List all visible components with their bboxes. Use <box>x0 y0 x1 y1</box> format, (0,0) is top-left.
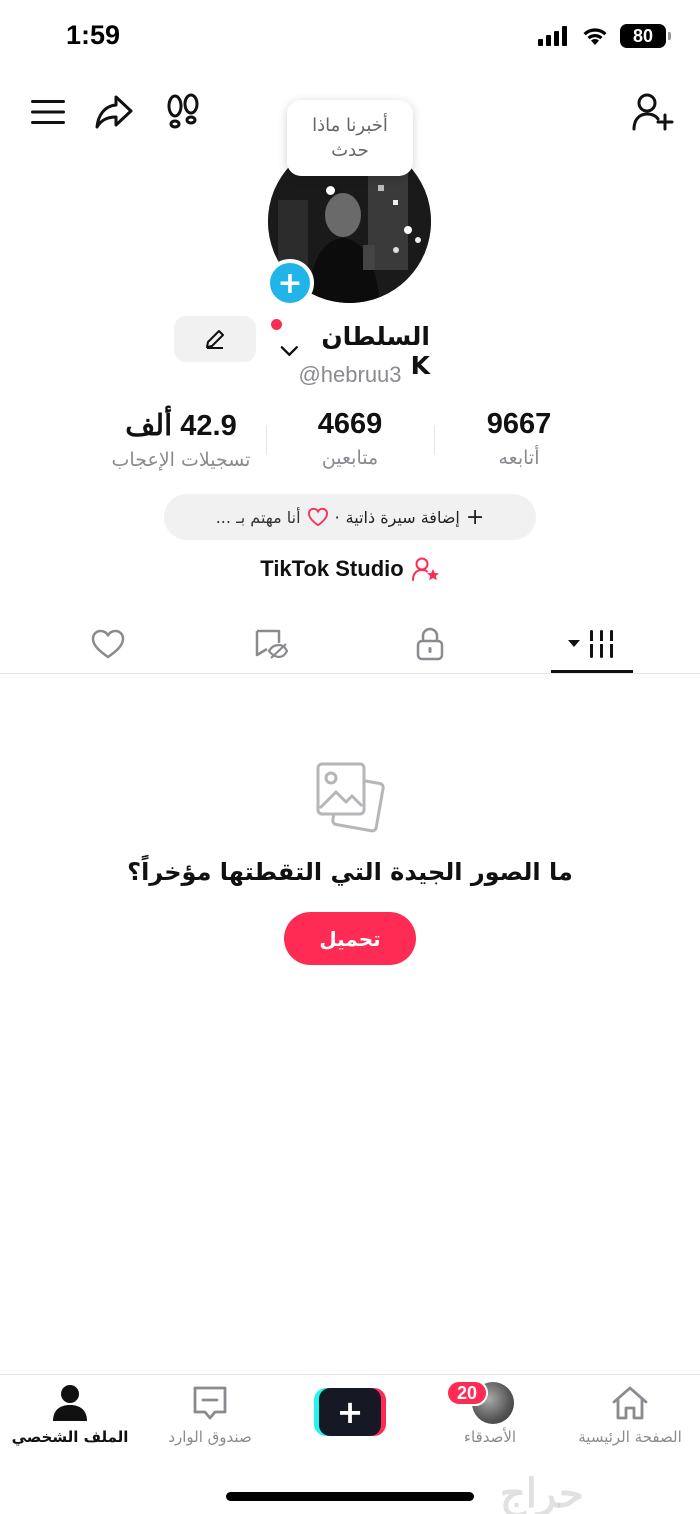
add-friend-icon[interactable] <box>630 90 676 134</box>
nav-profile[interactable]: الملف الشخصي <box>0 1384 140 1446</box>
username: @hebruu3 <box>298 362 402 387</box>
plus-icon: + <box>465 504 485 530</box>
nav-inbox-label: صندوق الوارد <box>168 1428 252 1446</box>
stat-following[interactable]: 9667 أتابعه <box>429 408 609 469</box>
watermark-logo: حراج <box>500 1470 584 1514</box>
nav-friends[interactable]: الأصدقاء <box>420 1384 560 1446</box>
bubble-line-1: أخبرنا ماذا <box>312 115 388 136</box>
stat-followers[interactable]: 4669 متابعين <box>260 408 440 469</box>
interests-label: أنا مهتم بـ ... <box>215 507 301 527</box>
empty-state-title: ما الصور الجيدة التي التقطتها مؤخراً؟ <box>127 858 573 886</box>
status-time: 1:59 <box>66 20 121 50</box>
grid-icon <box>568 630 616 658</box>
bubble-tail <box>326 186 335 195</box>
signal-icon <box>538 26 567 46</box>
heart-icon <box>91 629 125 659</box>
studio-label: TikTok Studio <box>260 556 404 581</box>
tab-videos[interactable] <box>532 616 652 672</box>
add-bio-button[interactable]: + إضافة سيرة ذاتية · أنا مهتم بـ ... <box>164 494 536 540</box>
footprints-icon[interactable] <box>162 90 204 134</box>
nav-inbox[interactable]: صندوق الوارد <box>140 1384 280 1446</box>
add-bio-label: إضافة سيرة ذاتية <box>345 507 460 527</box>
bottom-nav-border <box>0 1374 700 1375</box>
tiktok-studio-link[interactable]: TikTok Studio <box>0 556 700 582</box>
add-story-button[interactable]: + <box>266 259 314 307</box>
friends-badge: 20 <box>446 1380 488 1406</box>
following-label: أتابعه <box>498 447 540 469</box>
followers-count: 4669 <box>317 408 383 440</box>
wifi-icon <box>583 28 607 45</box>
nav-home-label: الصفحة الرئيسية <box>578 1428 682 1446</box>
chevron-down-icon <box>280 346 298 357</box>
bubble-line-2: حدث <box>331 140 369 161</box>
tabs-divider <box>0 673 700 674</box>
tab-private[interactable] <box>370 616 490 672</box>
following-count: 9667 <box>486 408 552 440</box>
tab-reposts[interactable] <box>211 616 331 672</box>
photos-icon <box>314 760 388 838</box>
heart-outline-icon <box>307 507 328 527</box>
home-indicator <box>226 1492 474 1501</box>
create-button[interactable]: + <box>314 1388 386 1436</box>
inbox-icon <box>193 1386 227 1420</box>
edit-profile-button[interactable] <box>174 316 256 362</box>
share-icon[interactable] <box>92 90 136 134</box>
creator-star-icon <box>411 557 439 581</box>
status-icons: 80 <box>538 24 671 48</box>
nav-profile-label: الملف الشخصي <box>11 1428 129 1446</box>
menu-icon[interactable] <box>28 94 68 130</box>
nav-friends-label: الأصدقاء <box>463 1428 517 1446</box>
profile-icon <box>53 1385 87 1421</box>
stat-likes[interactable]: 42.9 ألف تسجيلات الإعجاب <box>91 408 271 471</box>
lock-icon <box>416 627 444 661</box>
tab-liked[interactable] <box>48 616 168 672</box>
plus-icon: + <box>319 1388 381 1436</box>
home-icon <box>612 1386 648 1420</box>
followers-label: متابعين <box>321 447 379 469</box>
pencil-icon <box>206 330 224 349</box>
status-prompt-bubble[interactable]: أخبرنا ماذا حدث <box>287 100 413 176</box>
battery-indicator: 80 <box>620 24 671 48</box>
upload-button[interactable]: تحميل <box>284 912 416 965</box>
hidden-photo-icon <box>255 629 289 659</box>
likes-label: تسجيلات الإعجاب <box>111 449 251 471</box>
nav-home[interactable]: الصفحة الرئيسية <box>560 1384 700 1446</box>
likes-count: 42.9 ألف <box>125 410 237 442</box>
bio-separator: · <box>334 507 340 527</box>
